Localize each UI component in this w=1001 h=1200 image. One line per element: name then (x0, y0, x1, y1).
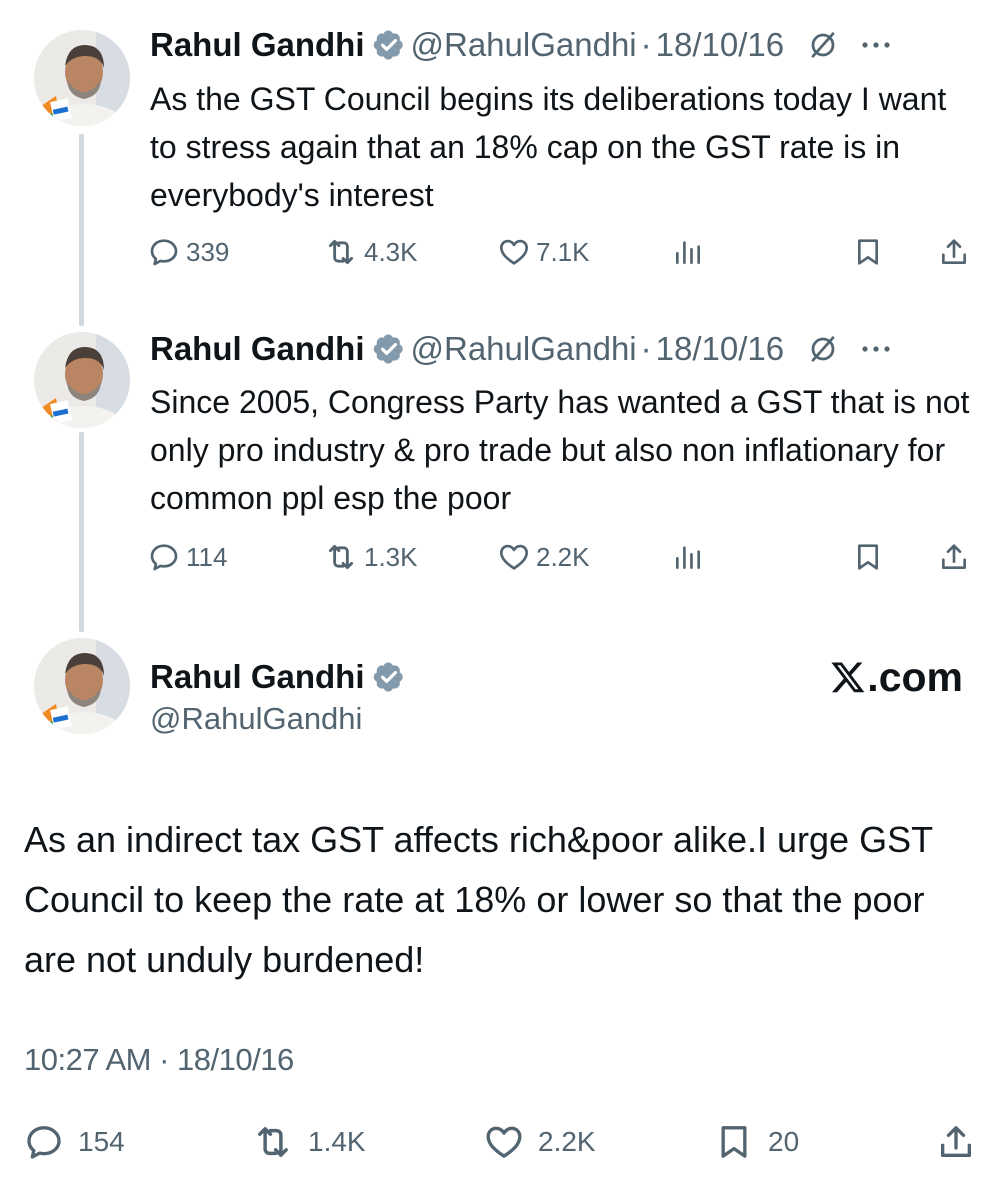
repost-button[interactable]: 1.3K (324, 535, 418, 579)
author-handle[interactable]: @RahulGandhi (150, 697, 362, 741)
bookmark-button[interactable] (852, 230, 884, 274)
views-icon (672, 236, 704, 268)
like-button[interactable]: 2.2K (484, 1118, 596, 1166)
like-button[interactable]: 2.2K (498, 535, 590, 579)
bookmark-button[interactable] (852, 535, 884, 579)
repost-button[interactable]: 4.3K (324, 230, 418, 274)
avatar[interactable] (34, 638, 130, 734)
repost-count: 1.3K (364, 541, 418, 572)
repost-icon (324, 235, 358, 269)
reply-count: 339 (186, 236, 230, 267)
tweet-actions: 154 1.4K 2.2K 20 (24, 1118, 984, 1166)
tweet-timestamp[interactable]: 10:27 AM · 18/10/16 (24, 1036, 294, 1084)
verified-badge-icon (373, 661, 405, 693)
share-icon (938, 541, 970, 573)
author-name[interactable]: Rahul Gandhi (150, 658, 365, 696)
like-icon (498, 541, 530, 573)
like-count: 2.2K (538, 1126, 596, 1157)
author-handle[interactable]: @RahulGandhi (411, 330, 637, 368)
reply-button[interactable]: 114 (148, 535, 227, 579)
share-button[interactable] (938, 535, 970, 579)
bookmark-icon (852, 541, 884, 573)
bookmark-count: 20 (768, 1126, 800, 1157)
like-count: 2.2K (536, 541, 590, 572)
more-icon[interactable] (860, 343, 892, 355)
reply-icon (24, 1122, 64, 1162)
reply-icon (148, 236, 180, 268)
tweet-date[interactable]: 18/10/16 (656, 330, 784, 368)
main-author-row: Rahul Gandhi (150, 652, 411, 702)
tweet-header: Rahul Gandhi @RahulGandhi · 18/10/16 (150, 20, 892, 70)
tweet-text: As an indirect tax GST affects rich&poor… (24, 819, 933, 980)
x-logo-icon (830, 659, 866, 695)
site-label: .com (867, 653, 963, 700)
author-name[interactable]: Rahul Gandhi (150, 330, 365, 368)
share-icon (938, 236, 970, 268)
views-icon (672, 541, 704, 573)
verified-badge-icon (373, 333, 405, 365)
tweet-header: Rahul Gandhi @RahulGandhi · 18/10/16 (150, 324, 892, 374)
share-button[interactable] (938, 230, 970, 274)
views-button[interactable] (672, 230, 704, 274)
repost-count: 1.4K (308, 1126, 366, 1157)
like-button[interactable]: 7.1K (498, 230, 590, 274)
reply-icon (148, 541, 180, 573)
like-icon (484, 1122, 524, 1162)
share-icon (936, 1122, 976, 1162)
repost-icon (324, 540, 358, 574)
tweet-text: As the GST Council begins its deliberati… (150, 81, 947, 213)
bookmark-icon (714, 1122, 754, 1162)
thread-connector (79, 134, 84, 326)
verified-badge-icon (373, 29, 405, 61)
like-count: 7.1K (536, 236, 590, 267)
tweet-text: Since 2005, Congress Party has wanted a … (150, 384, 970, 516)
reply-count: 114 (186, 541, 228, 572)
reply-count: 154 (78, 1126, 125, 1157)
reply-button[interactable]: 154 (24, 1118, 125, 1166)
share-button[interactable] (936, 1118, 976, 1166)
reply-button[interactable]: 339 (148, 230, 229, 274)
more-icon[interactable] (860, 39, 892, 51)
tweet-actions: 114 1.3K 2.2K (148, 535, 978, 579)
separator: · (640, 26, 652, 63)
repost-icon (252, 1121, 294, 1163)
bookmark-button[interactable]: 20 (714, 1118, 799, 1166)
mute-icon[interactable] (808, 334, 838, 364)
avatar[interactable] (34, 30, 130, 126)
separator: · (640, 330, 652, 367)
repost-count: 4.3K (364, 236, 418, 267)
author-name[interactable]: Rahul Gandhi (150, 26, 365, 64)
thread-connector (79, 432, 84, 632)
views-button[interactable] (672, 535, 704, 579)
like-icon (498, 236, 530, 268)
author-handle[interactable]: @RahulGandhi (411, 26, 637, 64)
avatar[interactable] (34, 332, 130, 428)
repost-button[interactable]: 1.4K (252, 1118, 366, 1166)
bookmark-icon (852, 236, 884, 268)
tweet-date[interactable]: 18/10/16 (656, 26, 784, 64)
x-com-watermark: .com (830, 652, 963, 702)
tweet-actions: 339 4.3K 7.1K (148, 230, 978, 274)
mute-icon[interactable] (808, 30, 838, 60)
